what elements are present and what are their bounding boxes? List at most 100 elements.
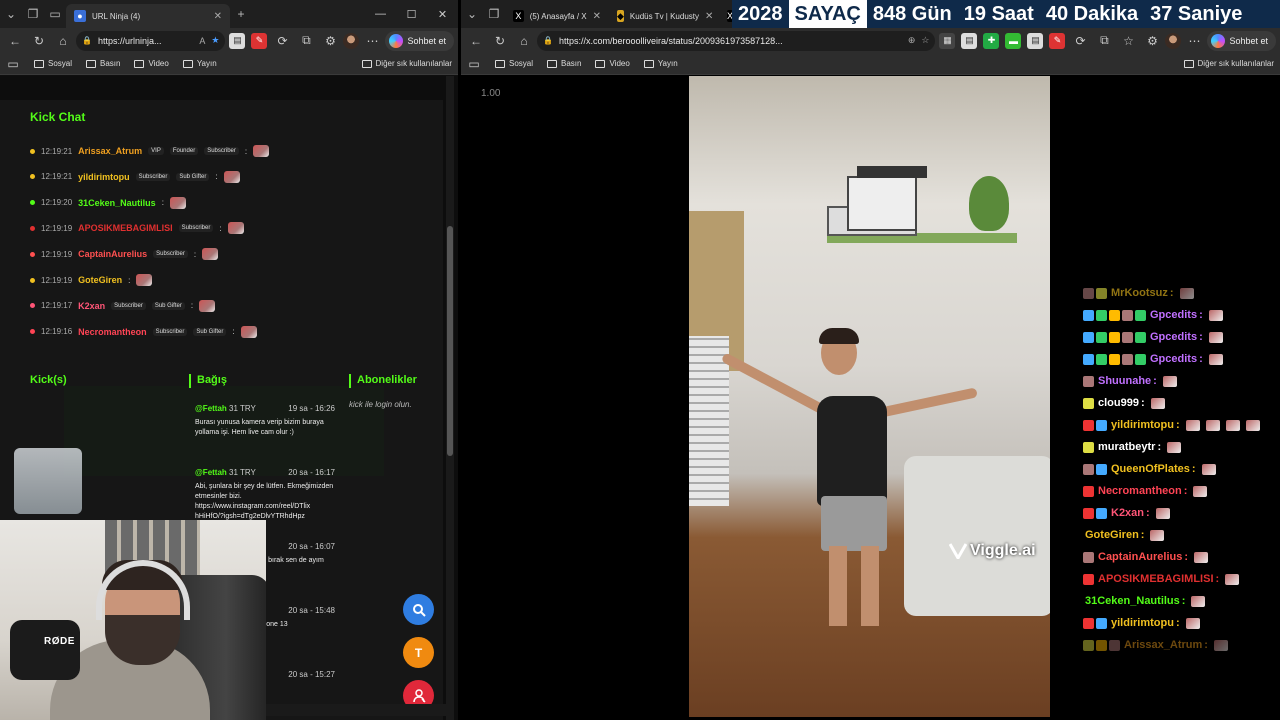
tab-list-icon[interactable]: ⌄ [461, 3, 483, 25]
workspaces-icon[interactable]: ❐ [22, 3, 44, 25]
favorite-folder[interactable]: Yayın [643, 59, 678, 68]
workspaces-icon[interactable]: ❐ [483, 3, 505, 25]
search-fab[interactable] [403, 594, 434, 625]
close-window-icon[interactable]: ✕ [427, 0, 458, 28]
favorite-star-icon[interactable]: ☆ [921, 35, 929, 46]
collections-icon[interactable]: ⚙ [319, 30, 341, 52]
other-favorites[interactable]: Diğer sık kullanılanlar [1183, 59, 1274, 68]
favorite-folder[interactable]: Sosyal [495, 59, 533, 68]
favorite-folder[interactable]: Sosyal [34, 59, 72, 68]
url-text: https://urlninja... [97, 35, 162, 46]
extension-icon[interactable]: ▬ [1005, 32, 1022, 49]
overlay-username: K2xan [1111, 507, 1145, 519]
refresh-icon[interactable]: ↻ [489, 30, 511, 52]
extension-icon[interactable]: ✎ [251, 32, 268, 49]
donation-amount: 31 TRY [229, 468, 256, 477]
chat-username[interactable]: GoteGiren [78, 275, 122, 285]
favorite-folder[interactable]: Basın [547, 59, 581, 68]
mic-brand-label: RØDE [44, 636, 75, 647]
vertical-tabs-icon[interactable]: ▭ [44, 3, 66, 25]
extension-icon[interactable]: ▤ [1027, 32, 1044, 49]
refresh-icon[interactable]: ↻ [28, 30, 50, 52]
copilot-chat-button[interactable]: Sohbet et [1207, 30, 1276, 51]
favorite-folder[interactable]: Basın [86, 59, 120, 68]
webcam-overlay [0, 520, 266, 720]
overlay-chat-message: CaptainAurelius: [1083, 546, 1279, 568]
badge-icon [1109, 331, 1120, 343]
collections-icon[interactable]: ⚙ [1141, 30, 1163, 52]
profile-avatar[interactable] [1165, 32, 1182, 49]
more-menu-icon[interactable]: ⋯ [361, 30, 383, 52]
fab-letter: T [414, 645, 423, 660]
chat-username[interactable]: yildirimtopu [78, 172, 130, 182]
chat-username[interactable]: Necromantheon [78, 327, 147, 337]
dancer-shorts [821, 496, 887, 551]
message-time: 12:19:16 [41, 327, 73, 337]
chat-username[interactable]: K2xan [78, 301, 105, 311]
emote-image [1150, 529, 1165, 541]
profile-avatar[interactable] [343, 32, 360, 49]
home-icon[interactable]: ⌂ [513, 30, 535, 52]
tab-title: URL Ninja (4) [92, 11, 141, 21]
tab-url-ninja[interactable]: ● URL Ninja (4) ✕ [66, 4, 230, 28]
badge-icon [1083, 573, 1094, 585]
badge-icon [1122, 353, 1133, 365]
chat-username[interactable]: CaptainAurelius [78, 249, 147, 259]
maximize-icon[interactable]: ☐ [396, 0, 427, 28]
chat-username[interactable]: Arissax_Atrum [78, 146, 142, 156]
new-tab-icon[interactable]: + [230, 3, 252, 25]
other-favorites[interactable]: Diğer sık kullanılanlar [361, 59, 452, 68]
sidebar-icon[interactable]: ▭ [467, 53, 481, 75]
tab-kudus-tv[interactable]: ◆ Kudüs Tv | Kudusty ✕ [609, 4, 719, 28]
more-menu-icon[interactable]: ⋯ [1183, 30, 1205, 52]
extension-icon[interactable]: ▤ [961, 32, 978, 49]
chat-username[interactable]: 31Ceken_Nautilus [78, 198, 156, 208]
back-icon[interactable]: ← [465, 30, 487, 52]
video-frame[interactable]: Viggle.ai [689, 76, 1050, 717]
horizontal-scrollbar[interactable] [266, 704, 446, 716]
close-tab-icon[interactable]: ✕ [214, 11, 222, 22]
floating-house [827, 156, 947, 241]
donor-name[interactable]: @Fettah [195, 404, 227, 413]
scrollbar-thumb[interactable] [447, 226, 453, 456]
emote-image [1225, 419, 1240, 431]
extensions-icon[interactable]: ⟳ [1069, 30, 1091, 52]
copilot-chat-button[interactable]: Sohbet et [385, 30, 454, 51]
back-icon[interactable]: ← [4, 30, 26, 52]
extension-icon[interactable]: ✚ [983, 32, 1000, 49]
url-field[interactable]: 🔒 https://x.com/berooolliveira/status/20… [537, 30, 936, 51]
split-screen-icon[interactable]: ⧉ [1093, 30, 1115, 52]
favorite-star-icon[interactable]: ★ [211, 35, 219, 46]
extension-icon[interactable]: ✎ [1049, 32, 1066, 49]
favorite-folder[interactable]: Yayın [182, 59, 217, 68]
read-aloud-icon[interactable]: A [199, 36, 205, 46]
extension-icon[interactable]: ▤ [229, 32, 246, 49]
profile-fab[interactable]: T [403, 637, 434, 668]
badge-icon [1096, 309, 1107, 321]
url-field[interactable]: 🔒 https://urlninja... A ★ [76, 30, 226, 51]
overlay-chat-message: 31Ceken_Nautilus: [1083, 590, 1279, 612]
chat-username[interactable]: APOSIKMEBAGIMLISI [78, 223, 173, 233]
favorites-icon[interactable]: ☆ [1117, 30, 1139, 52]
dancer-left-arm [720, 352, 832, 418]
tab-list-icon[interactable]: ⌄ [0, 3, 22, 25]
minimize-icon[interactable]: — [365, 0, 396, 28]
overlay-chat-message: K2xan: [1083, 502, 1279, 524]
favorite-folder[interactable]: Video [134, 59, 169, 68]
zoom-icon[interactable]: ⊕ [908, 35, 916, 46]
tab-x-home[interactable]: X (5) Anasayfa / X ✕ [505, 4, 609, 28]
favorite-folder[interactable]: Video [595, 59, 630, 68]
message-time: 12:19:19 [41, 275, 73, 285]
extension-icon[interactable]: ▦ [939, 32, 956, 49]
sidebar-icon[interactable]: ▭ [6, 53, 20, 75]
playback-speed: 1.00 [481, 88, 501, 99]
extensions-icon[interactable]: ⟳ [271, 30, 293, 52]
home-icon[interactable]: ⌂ [52, 30, 74, 52]
close-tab-icon[interactable]: ✕ [705, 11, 713, 22]
split-screen-icon[interactable]: ⧉ [295, 30, 317, 52]
overlay-username: MrKootsuz [1111, 287, 1168, 299]
page-scrollbar[interactable] [446, 76, 454, 720]
close-tab-icon[interactable]: ✕ [593, 11, 601, 22]
video-player[interactable]: 1.00 Viggle.ai MrKootsuz: Gpcedits: Gpc… [461, 76, 1280, 720]
donor-name[interactable]: @Fettah [195, 468, 227, 477]
